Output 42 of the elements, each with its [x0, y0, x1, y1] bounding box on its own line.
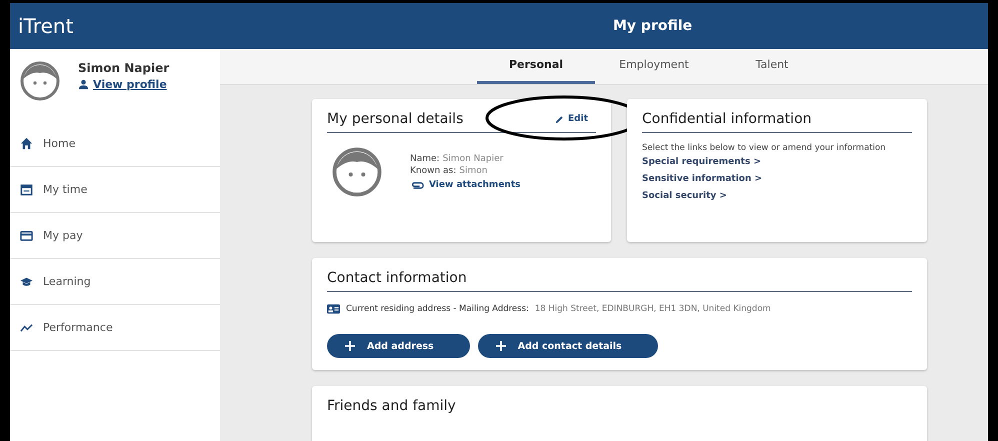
app-logo: iTrent [17, 14, 74, 38]
home-icon [20, 137, 33, 150]
nav-item[interactable]: My pay [10, 213, 220, 259]
field-value: Simon Napier [442, 154, 504, 164]
confidential-link[interactable]: Sensitive information > [642, 174, 912, 184]
tab[interactable]: Employment [595, 49, 713, 84]
edit-link[interactable]: Edit [555, 114, 596, 124]
avatar-icon [20, 61, 60, 101]
card-title: Contact information [327, 270, 467, 286]
tab[interactable]: Personal [477, 49, 595, 84]
tab[interactable]: Talent [713, 49, 831, 84]
address-value: 18 High Street, EDINBURGH, EH1 3DN, United Kingdom [534, 304, 771, 314]
view-attachments-link[interactable]: View attachments [410, 180, 520, 190]
confidential-link[interactable]: Social security > [642, 191, 912, 201]
view-profile-link[interactable]: View profile [78, 78, 170, 91]
card-title: My personal details [327, 111, 464, 127]
plus-icon [345, 341, 355, 351]
paperclip-icon [410, 180, 424, 190]
add-button[interactable]: Add address [327, 334, 470, 358]
nav-item[interactable]: Performance [10, 305, 220, 351]
add-button[interactable]: Add contact details [478, 334, 658, 358]
pencil-icon [555, 114, 564, 124]
nav-item[interactable]: Learning [10, 259, 220, 305]
card-title: Friends and family [327, 398, 456, 414]
card-icon [20, 229, 33, 242]
nav-item[interactable]: Home [10, 121, 220, 167]
field-label: Known as: [410, 166, 456, 176]
calendar-icon [20, 183, 33, 196]
avatar-icon [332, 147, 382, 197]
intro-text: Select the links below to view or amend your information [642, 143, 887, 153]
user-name: Simon Napier [78, 61, 170, 75]
card-title: Confidential information [642, 111, 812, 127]
graduation-cap-icon [20, 275, 33, 288]
field-value: Simon [459, 166, 488, 176]
field-label: Name: [410, 154, 440, 164]
contact-card-icon [327, 304, 340, 314]
address-label: Current residing address - Mailing Address: [346, 304, 529, 314]
plus-icon [496, 341, 506, 351]
confidential-link[interactable]: Special requirements > [642, 157, 912, 167]
person-icon [78, 79, 89, 90]
nav-item[interactable]: My time [10, 167, 220, 213]
page-title: My profile [613, 18, 692, 34]
